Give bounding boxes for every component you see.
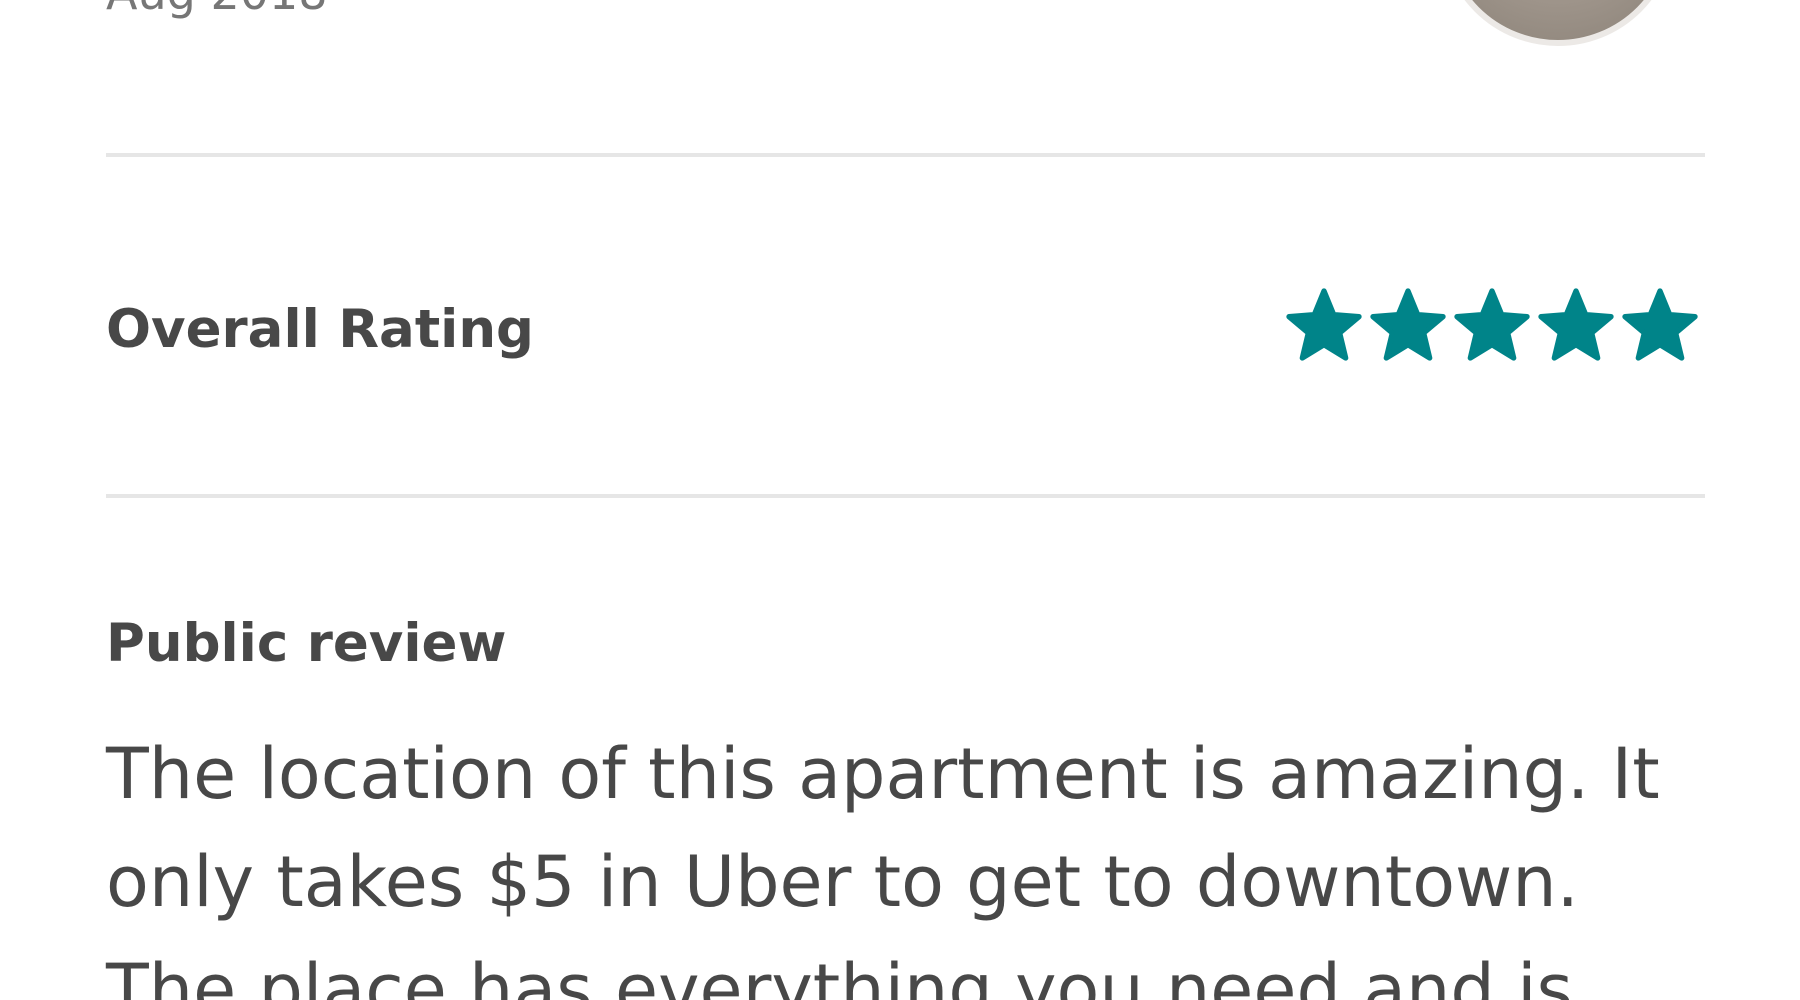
divider [106,494,1705,498]
star-icon [1620,286,1700,366]
star-icon [1536,286,1616,366]
public-review-heading: Public review [106,613,507,674]
overall-rating-label: Overall Rating [106,299,534,360]
review-detail-page: Aug 2018 Overall Rating Public review Th… [0,0,1800,1000]
avatar[interactable] [1440,0,1676,46]
star-icon [1368,286,1448,366]
review-date: Aug 2018 [106,0,328,16]
public-review-text: The location of this apartment is amazin… [106,733,1660,1000]
star-icon [1284,286,1364,366]
divider [106,153,1705,157]
rating-stars [1284,286,1700,366]
star-icon [1452,286,1532,366]
